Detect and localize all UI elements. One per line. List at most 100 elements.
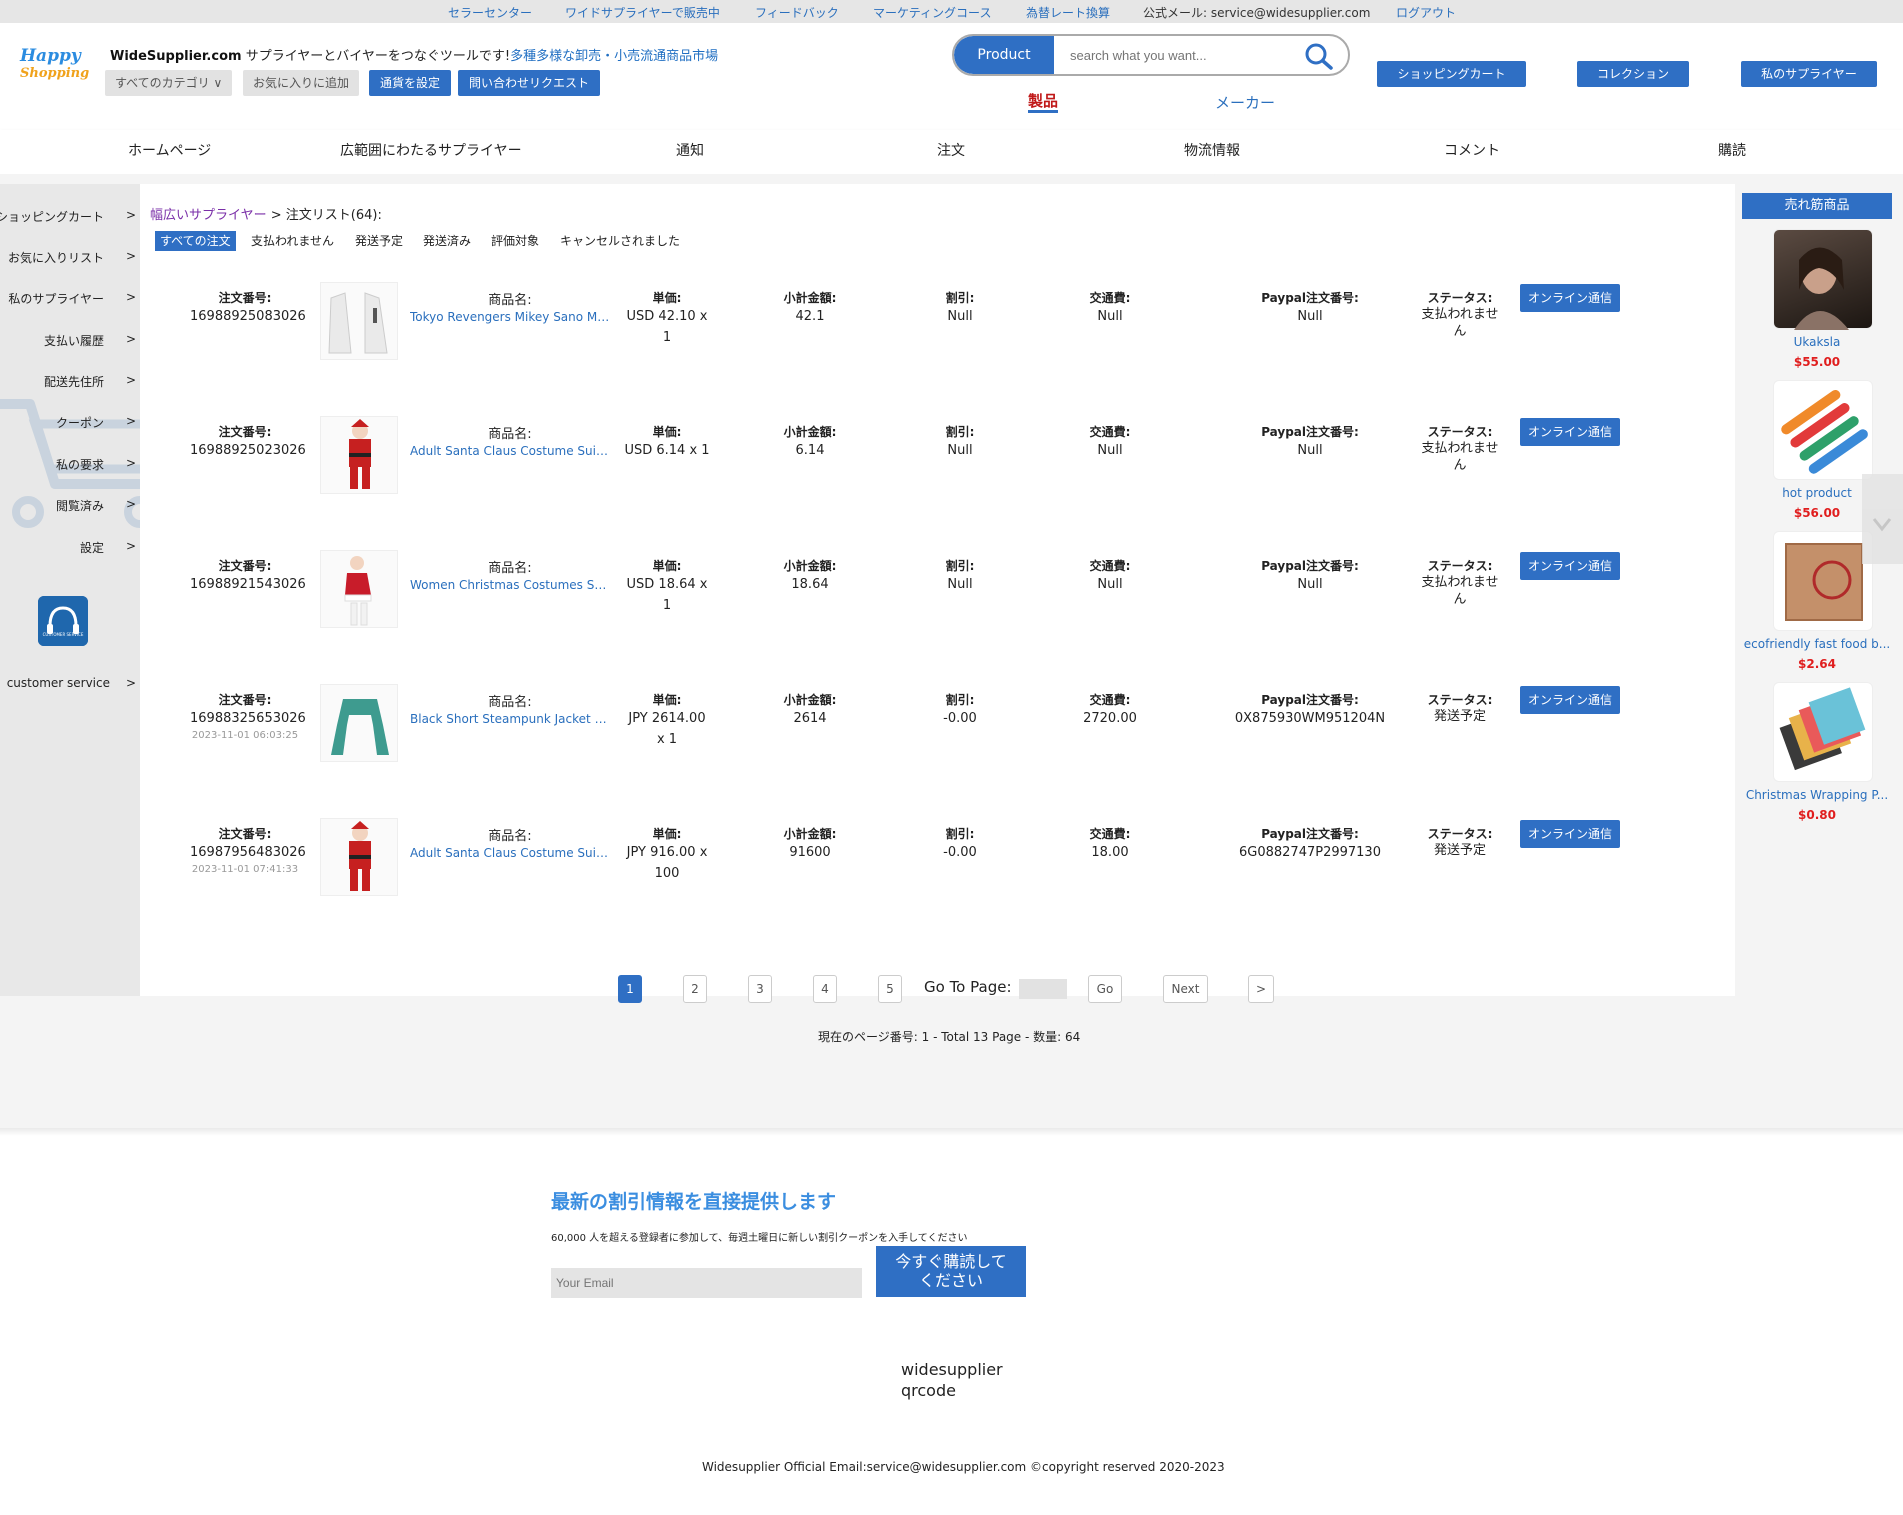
product-thumbnail[interactable] (1773, 682, 1873, 782)
all-categories-button[interactable]: すべてのカテゴリ ∨ (105, 70, 233, 96)
product-name-link[interactable]: Tokyo Revengers Mikey Sano Ma... (410, 310, 610, 324)
hot-product-item[interactable]: Christmas Wrapping P... $0.80 (1742, 682, 1892, 822)
add-favorite-button[interactable]: お気に入りに追加 (243, 70, 360, 96)
chevron-right-icon: > (125, 373, 136, 387)
hot-product-item[interactable]: Ukaksla $55.00 (1742, 229, 1892, 369)
woman-photo-icon (1794, 247, 1849, 330)
chevron-right-icon: > (125, 456, 136, 470)
hot-product-name[interactable]: Ukaksla (1742, 335, 1892, 349)
subtotal-value: 91600 (789, 845, 831, 860)
status-value-line-1: 発送予定 (1433, 709, 1486, 724)
order-date: 2023-11-01 07:41:33 (191, 864, 299, 875)
nav-notifications[interactable]: 通知 (676, 140, 704, 160)
product-name-link[interactable]: Adult Santa Claus Costume Suit ... (410, 846, 610, 860)
page-1-button[interactable]: 1 (618, 975, 642, 1003)
tagline-highlight[interactable]: 多種多様な卸売・小売流通商品市場 (510, 49, 718, 64)
nav-subscribe[interactable]: 購読 (1718, 140, 1746, 160)
last-page-button[interactable]: > (1248, 975, 1274, 1003)
search-type-selector[interactable]: Product (954, 36, 1054, 74)
page-5-button[interactable]: 5 (878, 975, 902, 1003)
search-tab-maker[interactable]: メーカー (1215, 92, 1275, 113)
page-2-button[interactable]: 2 (683, 975, 707, 1003)
unit-price-line-2: 1 (662, 598, 672, 613)
arrow-icon (1872, 518, 1892, 532)
nav-suppliers[interactable]: 広範囲にわたるサプライヤー (340, 140, 522, 160)
product-thumbnail[interactable] (320, 550, 398, 628)
my-suppliers-button[interactable]: 私のサプライヤー (1741, 61, 1877, 87)
filter-all[interactable]: すべての注文 (155, 231, 236, 251)
product-thumbnail[interactable] (320, 282, 398, 360)
nav-comments[interactable]: コメント (1444, 140, 1500, 160)
shopping-cart-button[interactable]: ショッピングカート (1377, 61, 1526, 87)
product-thumbnail[interactable] (1773, 531, 1873, 631)
sell-on-widesupplier-link[interactable]: ワイドサプライヤーで販売中 (565, 4, 720, 21)
newsletter-email-input[interactable] (551, 1268, 862, 1298)
unit-price-label: 単価: (652, 291, 682, 305)
feedback-link[interactable]: フィードバック (755, 4, 839, 21)
breadcrumb-link[interactable]: 幅広いサプライヤー (150, 208, 267, 223)
next-page-button[interactable]: Next (1163, 975, 1208, 1003)
goto-page-input[interactable] (1019, 979, 1067, 999)
discount-label: 割引: (945, 693, 975, 707)
order-number: 16987956483026 (190, 845, 306, 860)
product-name-link[interactable]: Adult Santa Claus Costume Suit ... (410, 444, 610, 458)
product-thumbnail[interactable] (1773, 380, 1873, 480)
nav-logistics[interactable]: 物流情報 (1184, 140, 1240, 160)
online-chat-button[interactable]: オンライン通信 (1520, 284, 1621, 312)
logout-link[interactable]: ログアウト (1396, 4, 1456, 21)
order-number: 16988925023026 (190, 443, 306, 458)
unit-price-label: 単価: (652, 693, 682, 707)
page-4-button[interactable]: 4 (813, 975, 837, 1003)
online-chat-button[interactable]: オンライン通信 (1520, 820, 1621, 848)
product-thumbnail[interactable] (320, 416, 398, 494)
exchange-rate-link[interactable]: 為替レート換算 (1026, 4, 1110, 21)
product-name-label: 商品名: (488, 293, 532, 308)
hot-product-price: $2.64 (1798, 657, 1836, 671)
qrcode-line-2: qrcode (901, 1381, 956, 1400)
back-to-top-button[interactable] (1862, 474, 1903, 564)
search-input[interactable] (1070, 45, 1270, 65)
status-value-line-1: 支払われませ (1421, 307, 1499, 322)
shipping-label: 交通費: (1089, 291, 1131, 305)
customer-service-icon[interactable]: CUSTOMER SERVICE (38, 596, 88, 646)
online-chat-button[interactable]: オンライン通信 (1520, 552, 1621, 580)
unit-price-cell: 単価: USD 6.14 x 1 (607, 424, 727, 461)
product-name-label: 商品名: (488, 829, 532, 844)
product-name-link[interactable]: Women Christmas Costumes Sex... (410, 578, 610, 592)
inquiry-request-button[interactable]: 問い合わせリクエスト (458, 70, 601, 96)
hot-products-title: 売れ筋商品 (1742, 193, 1892, 219)
subscribe-button[interactable]: 今すぐ購読して ください (876, 1246, 1026, 1297)
page-3-button[interactable]: 3 (748, 975, 772, 1003)
hot-product-name[interactable]: ecofriendly fast food b... (1742, 637, 1892, 651)
order-number-label: 注文番号: (218, 693, 272, 707)
set-currency-button[interactable]: 通貨を設定 (369, 70, 452, 96)
collection-button[interactable]: コレクション (1577, 61, 1689, 87)
nav-orders[interactable]: 注文 (937, 140, 965, 160)
nav-home[interactable]: ホームページ (128, 140, 211, 160)
product-thumbnail[interactable] (1773, 229, 1873, 330)
discount-label: 割引: (945, 559, 975, 573)
filter-shipped[interactable]: 発送済み (423, 231, 471, 251)
filter-to-review[interactable]: 評価対象 (491, 231, 539, 251)
product-thumbnail[interactable] (320, 684, 398, 762)
product-name-link[interactable]: Black Short Steampunk Jacket Lo... (410, 712, 610, 726)
search-icon[interactable] (1304, 42, 1334, 70)
shipping-value: Null (1097, 577, 1123, 592)
order-row: 注文番号: 16987956483026 2023-11-01 07:41:33 商品… (140, 818, 1640, 946)
go-button[interactable]: Go (1088, 975, 1122, 1003)
seller-center-link[interactable]: セラーセンター (448, 4, 532, 21)
hot-product-name[interactable]: Christmas Wrapping P... (1742, 788, 1892, 802)
sidebar-item-label: クーポン (55, 416, 104, 430)
search-tab-product[interactable]: 製品 (1028, 92, 1059, 113)
online-chat-button[interactable]: オンライン通信 (1520, 418, 1621, 446)
shipping-label: 交通費: (1089, 693, 1131, 707)
marketing-course-link[interactable]: マーケティングコース (873, 4, 991, 21)
filter-unpaid[interactable]: 支払われません (251, 231, 334, 251)
product-thumbnail[interactable] (320, 818, 398, 896)
logo[interactable]: Happy Shopping (20, 48, 90, 82)
filter-to-ship[interactable]: 発送予定 (355, 231, 403, 251)
online-chat-button[interactable]: オンライン通信 (1520, 686, 1621, 714)
order-number-cell: 注文番号: 16988325653026 2023-11-01 06:03:25 (190, 692, 306, 743)
filter-cancelled[interactable]: キャンセルされました (560, 231, 680, 251)
status-label: ステータス: (1427, 827, 1493, 841)
